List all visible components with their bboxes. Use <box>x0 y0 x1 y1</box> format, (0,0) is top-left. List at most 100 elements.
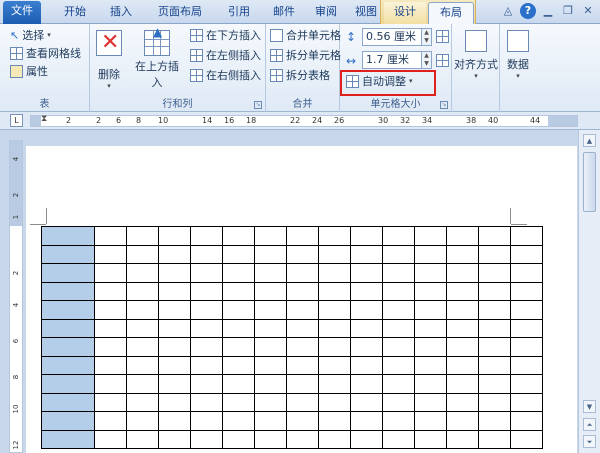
table-cell[interactable] <box>158 263 191 283</box>
table-cell[interactable] <box>318 281 351 301</box>
table-cell[interactable] <box>446 374 479 394</box>
table-cell[interactable] <box>254 244 287 264</box>
selected-table-cell[interactable] <box>41 318 95 338</box>
table-cell[interactable] <box>286 355 319 375</box>
table-cell[interactable] <box>382 392 415 412</box>
table-cell[interactable] <box>286 411 319 431</box>
table-cell[interactable] <box>190 429 223 449</box>
table-cell[interactable] <box>478 244 511 264</box>
table-cell[interactable] <box>286 337 319 357</box>
tab-insert[interactable]: 插入 <box>101 2 141 24</box>
tab-page-layout[interactable]: 页面布局 <box>147 2 213 24</box>
table-cell[interactable] <box>382 374 415 394</box>
table-cell[interactable] <box>286 374 319 394</box>
scroll-up-icon[interactable]: ▲ <box>583 134 596 147</box>
dialog-launcher-icon[interactable]: ↘ <box>254 101 262 109</box>
table-cell[interactable] <box>478 429 511 449</box>
table-cell[interactable] <box>318 318 351 338</box>
table-cell[interactable] <box>158 281 191 301</box>
table-cell[interactable] <box>414 318 447 338</box>
table-cell[interactable] <box>94 318 127 338</box>
table-cell[interactable] <box>446 411 479 431</box>
tab-review[interactable]: 审阅 <box>306 2 346 24</box>
merge-cells-button[interactable]: 合并单元格 <box>270 27 341 44</box>
selected-table-cell[interactable] <box>41 411 95 431</box>
table-cell[interactable] <box>158 244 191 264</box>
table-cell[interactable] <box>510 226 543 246</box>
table-cell[interactable] <box>190 281 223 301</box>
scroll-thumb[interactable] <box>583 152 596 212</box>
indent-marker-icon[interactable]: ⧗ <box>41 114 47 124</box>
table-cell[interactable] <box>126 411 159 431</box>
table-cell[interactable] <box>190 374 223 394</box>
tab-file[interactable]: 文件 <box>3 1 41 24</box>
scroll-down-icon[interactable]: ▼ <box>583 400 596 413</box>
table-cell[interactable] <box>190 226 223 246</box>
table-cell[interactable] <box>414 355 447 375</box>
tab-references[interactable]: 引用 <box>219 2 259 24</box>
table-cell[interactable] <box>158 411 191 431</box>
table-cell[interactable] <box>126 226 159 246</box>
table-cell[interactable] <box>126 337 159 357</box>
split-table-button[interactable]: 拆分表格 <box>270 67 330 84</box>
table-cell[interactable] <box>126 281 159 301</box>
selected-table-cell[interactable] <box>41 263 95 283</box>
table-cell[interactable] <box>478 392 511 412</box>
table-cell[interactable] <box>158 318 191 338</box>
table-cell[interactable] <box>446 244 479 264</box>
table-cell[interactable] <box>510 355 543 375</box>
distribute-columns-icon[interactable] <box>436 54 449 67</box>
table-cell[interactable] <box>190 411 223 431</box>
view-gridlines-button[interactable]: 查看网格线 <box>10 45 81 62</box>
table-cell[interactable] <box>446 263 479 283</box>
table-cell[interactable] <box>286 244 319 264</box>
table-cell[interactable] <box>222 226 255 246</box>
table-cell[interactable] <box>350 263 383 283</box>
vertical-scrollbar[interactable]: ▲ ▼ ⏶ ⏷ <box>578 130 600 453</box>
table-cell[interactable] <box>318 263 351 283</box>
table-cell[interactable] <box>286 318 319 338</box>
table-cell[interactable] <box>94 226 127 246</box>
table-cell[interactable] <box>126 318 159 338</box>
table-cell[interactable] <box>94 263 127 283</box>
document-table[interactable] <box>41 226 543 449</box>
table-cell[interactable] <box>446 281 479 301</box>
row-height-field[interactable]: 0.56 厘米 ▲ ▼ <box>362 28 432 46</box>
table-cell[interactable] <box>382 411 415 431</box>
selected-table-cell[interactable] <box>41 281 95 301</box>
table-cell[interactable] <box>478 318 511 338</box>
restore-icon[interactable]: ❐ <box>560 3 576 19</box>
table-cell[interactable] <box>414 392 447 412</box>
table-cell[interactable] <box>318 429 351 449</box>
table-cell[interactable] <box>190 300 223 320</box>
table-cell[interactable] <box>350 355 383 375</box>
table-cell[interactable] <box>318 244 351 264</box>
table-cell[interactable] <box>286 429 319 449</box>
table-cell[interactable] <box>478 411 511 431</box>
insert-left-button[interactable]: 在左侧插入 <box>190 47 261 64</box>
table-cell[interactable] <box>222 374 255 394</box>
table-cell[interactable] <box>382 281 415 301</box>
table-cell[interactable] <box>254 281 287 301</box>
table-cell[interactable] <box>350 244 383 264</box>
table-cell[interactable] <box>222 337 255 357</box>
tab-layout[interactable]: 布局 <box>428 2 474 25</box>
table-cell[interactable] <box>350 374 383 394</box>
minimize-ribbon-icon[interactable]: ◬ <box>500 3 516 19</box>
table-cell[interactable] <box>510 337 543 357</box>
table-cell[interactable] <box>510 244 543 264</box>
table-cell[interactable] <box>158 392 191 412</box>
table-cell[interactable] <box>158 374 191 394</box>
table-cell[interactable] <box>414 429 447 449</box>
table-cell[interactable] <box>190 263 223 283</box>
selected-table-cell[interactable] <box>41 226 95 246</box>
table-cell[interactable] <box>478 337 511 357</box>
table-cell[interactable] <box>510 318 543 338</box>
table-cell[interactable] <box>318 337 351 357</box>
table-cell[interactable] <box>94 411 127 431</box>
table-cell[interactable] <box>158 300 191 320</box>
table-cell[interactable] <box>222 318 255 338</box>
table-cell[interactable] <box>382 429 415 449</box>
table-cell[interactable] <box>190 318 223 338</box>
selected-table-cell[interactable] <box>41 429 95 449</box>
